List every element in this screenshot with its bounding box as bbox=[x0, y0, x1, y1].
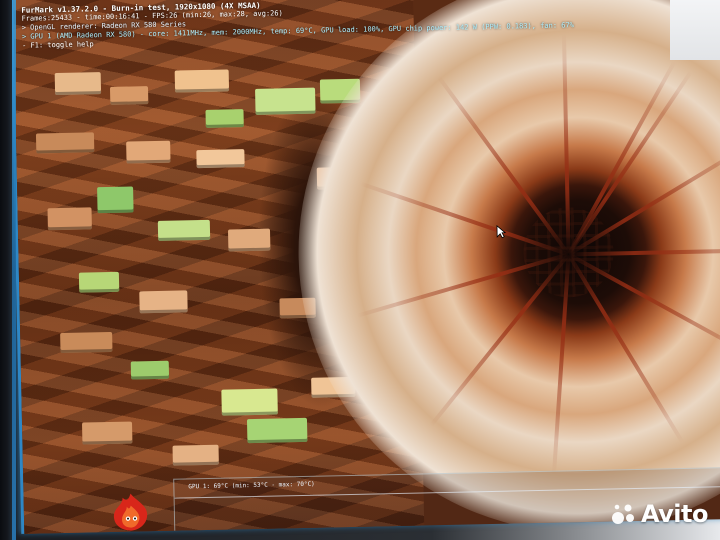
background-wall bbox=[670, 0, 720, 60]
tunnel-tile bbox=[174, 69, 230, 93]
tunnel-tile bbox=[47, 207, 92, 231]
avito-dots-icon bbox=[611, 503, 637, 525]
tunnel-tile bbox=[157, 219, 211, 241]
tunnel-tile bbox=[81, 421, 133, 445]
tunnel-tile bbox=[54, 72, 102, 96]
tunnel-tile bbox=[35, 132, 95, 154]
monitor-screen: FurMark v1.37.2.0 - Burn-in test, 1920x1… bbox=[10, 0, 720, 534]
avito-brand-text: Avito bbox=[640, 500, 709, 528]
tunnel-tile bbox=[196, 149, 245, 169]
avito-watermark: Avito bbox=[611, 500, 709, 528]
photo-frame: FurMark v1.37.2.0 - Burn-in test, 1920x1… bbox=[0, 0, 720, 540]
tunnel-tile bbox=[97, 186, 134, 214]
tunnel-tile bbox=[205, 109, 244, 128]
tunnel-tile bbox=[130, 360, 170, 380]
tunnel-tile bbox=[227, 228, 271, 252]
graph-label: GPU 1: 69°C (min: 53°C - max: 70°C) bbox=[188, 480, 315, 491]
tunnel-tile bbox=[255, 87, 316, 115]
tunnel-tile bbox=[78, 271, 120, 293]
tunnel-tile bbox=[109, 86, 149, 105]
tunnel-tile bbox=[172, 444, 219, 466]
tunnel-tile bbox=[126, 140, 171, 164]
tunnel-tile bbox=[60, 331, 113, 354]
furmark-flame-icon bbox=[108, 491, 153, 532]
tunnel-tile bbox=[246, 417, 308, 444]
tunnel-tile bbox=[221, 388, 278, 416]
monitor-bezel bbox=[0, 0, 12, 540]
mouse-cursor-icon bbox=[496, 224, 507, 243]
tunnel-tile bbox=[139, 290, 188, 314]
